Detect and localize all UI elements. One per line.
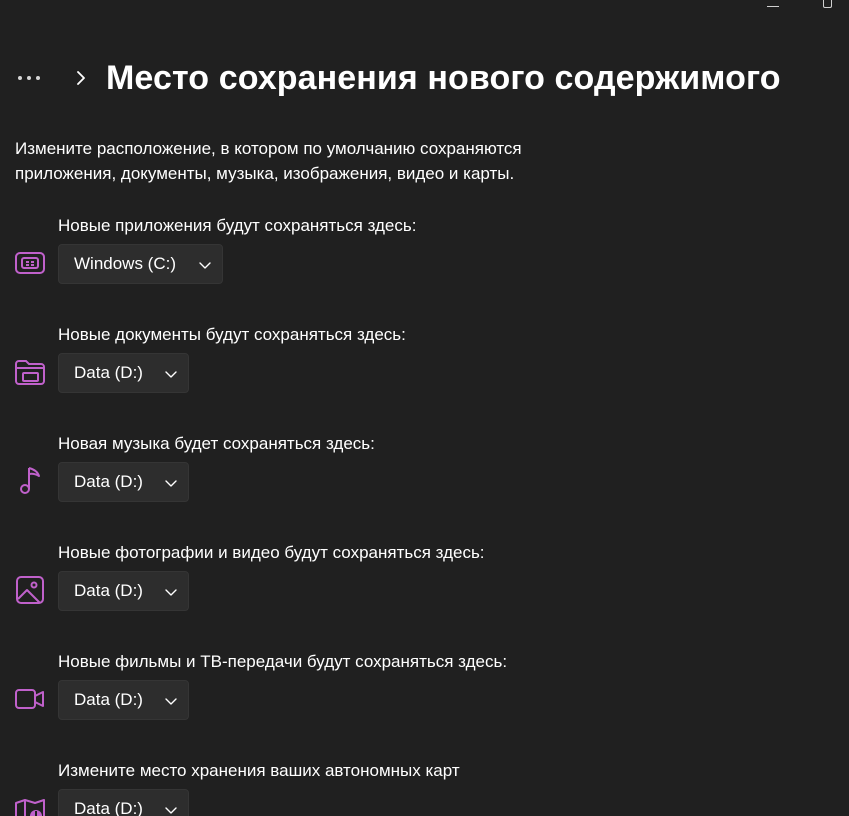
maximize-button[interactable] (823, 0, 832, 8)
dropdown-value: Data (D:) (74, 363, 143, 382)
apps-location-dropdown[interactable]: Windows (C:) (58, 244, 223, 284)
chevron-down-icon (165, 698, 177, 705)
chevron-down-icon (165, 589, 177, 596)
section-label: Новые документы будут сохраняться здесь: (58, 325, 406, 344)
dropdown-value: Windows (C:) (74, 254, 177, 273)
minimize-button[interactable] (767, 6, 779, 7)
folder-documents-icon (14, 356, 46, 388)
more-icon (18, 76, 40, 80)
section-label: Новые фотографии и видео будут сохранять… (58, 543, 485, 562)
chevron-down-icon (165, 807, 177, 814)
maps-location-dropdown[interactable]: Data (D:) (58, 789, 189, 816)
more-options-button[interactable] (18, 63, 52, 93)
documents-location-dropdown[interactable]: Data (D:) (58, 353, 189, 393)
chevron-down-icon (199, 262, 211, 269)
photos-location-dropdown[interactable]: Data (D:) (58, 571, 189, 611)
music-note-icon (14, 465, 46, 497)
section-label: Новая музыка будет сохраняться здесь: (58, 434, 375, 453)
page-description: Измените расположение, в котором по умол… (15, 139, 522, 183)
chevron-right-icon (66, 63, 96, 93)
dropdown-value: Data (D:) (74, 799, 143, 816)
dropdown-value: Data (D:) (74, 690, 143, 709)
dropdown-value: Data (D:) (74, 581, 143, 600)
settings-window: Место сохранения нового содержимого Изме… (0, 0, 849, 816)
chevron-down-icon (165, 480, 177, 487)
apps-storage-icon (14, 247, 46, 279)
section-label: Новые фильмы и ТВ-передачи будут сохраня… (58, 652, 508, 671)
page-title: Место сохранения нового содержимого (106, 58, 781, 97)
movies-location-dropdown[interactable]: Data (D:) (58, 680, 189, 720)
photo-icon (14, 574, 46, 606)
breadcrumb: Место сохранения нового содержимого (18, 56, 781, 100)
section-label: Новые приложения будут сохраняться здесь… (58, 216, 417, 235)
chevron-down-icon (165, 371, 177, 378)
section-label: Измените место хранения ваших автономных… (58, 761, 460, 780)
dropdown-value: Data (D:) (74, 472, 143, 491)
video-camera-icon (14, 683, 46, 715)
map-icon (14, 796, 46, 816)
music-location-dropdown[interactable]: Data (D:) (58, 462, 189, 502)
